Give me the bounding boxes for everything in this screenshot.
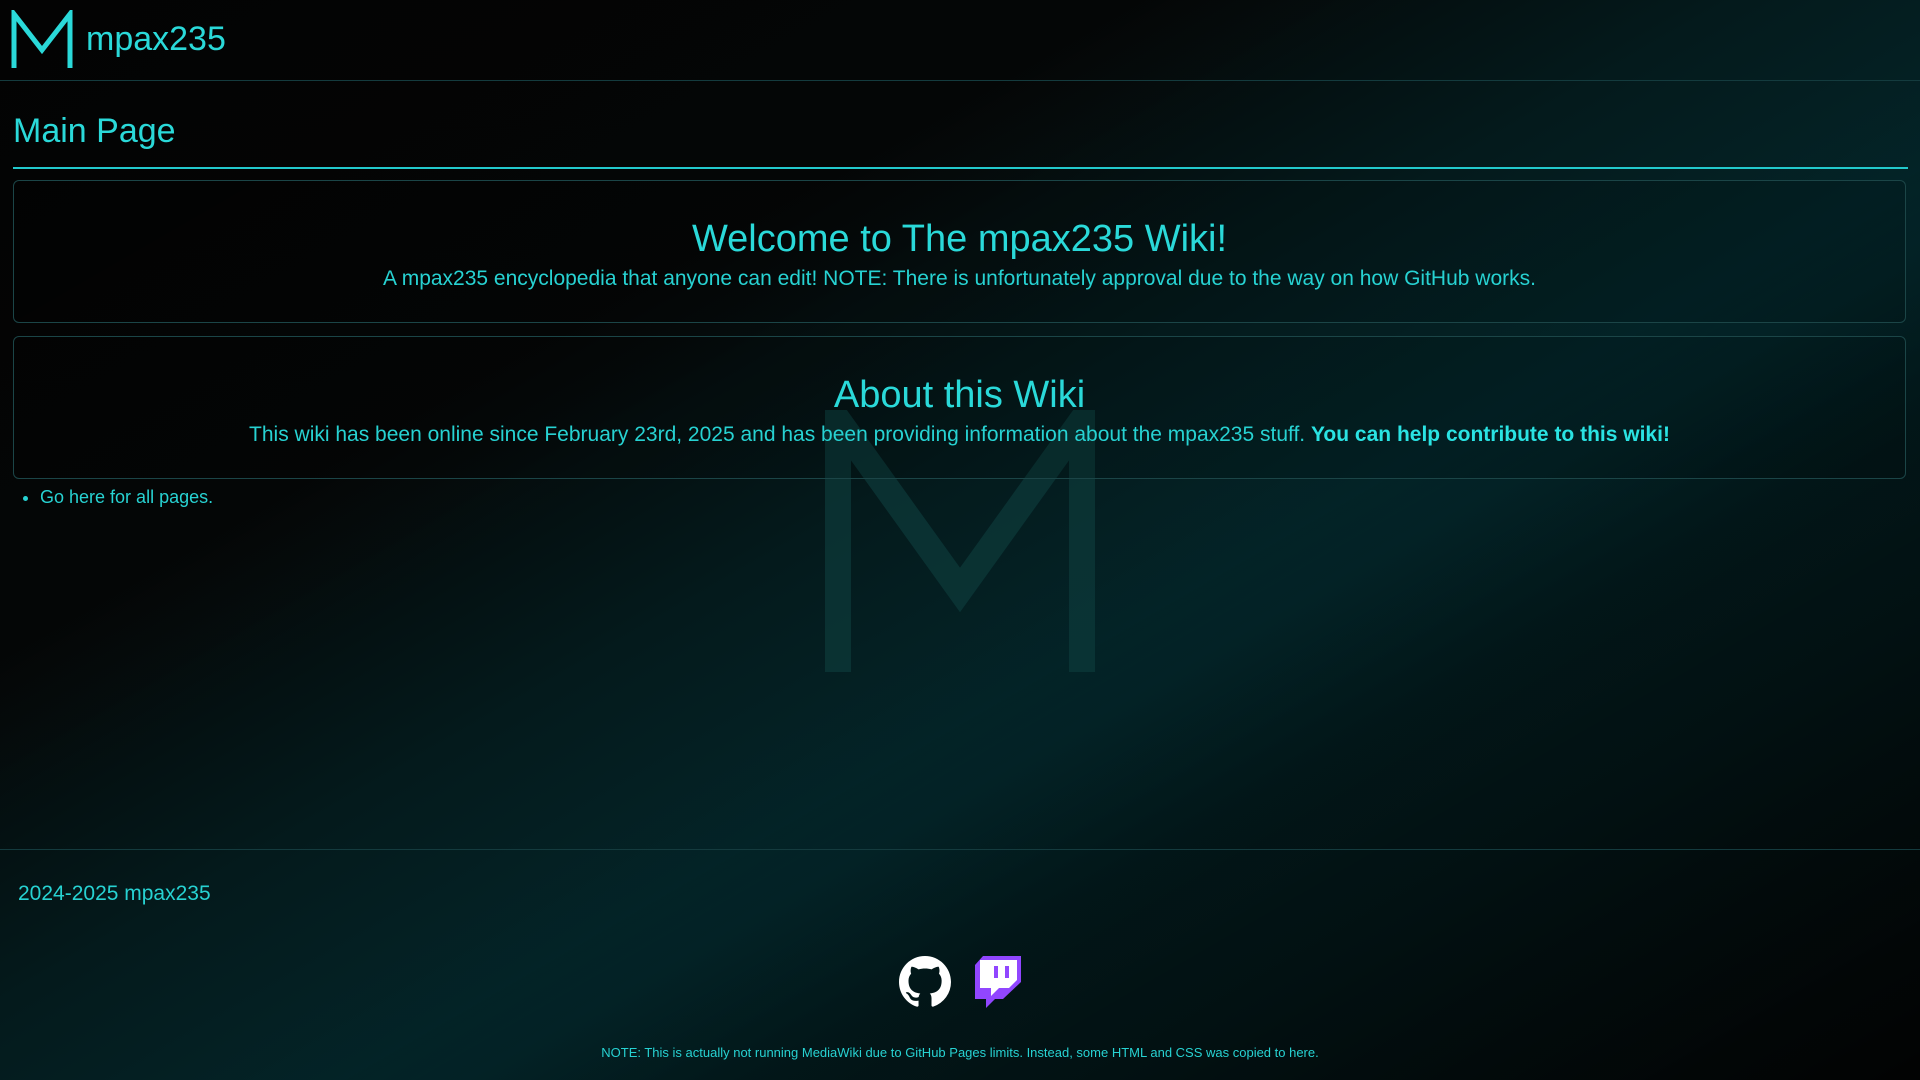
page-title: Main Page <box>13 112 176 150</box>
all-pages-suffix: for all pages. <box>105 487 214 507</box>
contribute-callout: You can help contribute to this wiki! <box>1310 423 1670 446</box>
title-divider <box>13 167 1908 169</box>
welcome-heading: Welcome to The mpax235 Wiki! <box>691 218 1228 260</box>
about-paragraph: This wiki has been online since February… <box>14 421 1905 449</box>
twitch-link[interactable] <box>975 956 1021 1008</box>
github-link[interactable] <box>899 956 951 1008</box>
social-links <box>899 956 1021 1010</box>
footer-note: NOTE: This is actually not running Media… <box>601 1045 1319 1060</box>
twitch-icon <box>975 956 1021 1008</box>
welcome-box: Welcome to The mpax235 Wiki! A mpax235 e… <box>13 180 1906 323</box>
list-item: Go here for all pages. <box>40 487 213 508</box>
site-header: mpax235 <box>0 0 1920 81</box>
github-icon <box>899 956 951 1007</box>
page-links-list: Go here for all pages. <box>22 487 213 508</box>
site-footer: 2024-2025 mpax235 NOTE: This is actually… <box>0 849 1920 1080</box>
about-box: About this Wiki This wiki has been onlin… <box>13 336 1906 479</box>
about-text: This wiki has been online since February… <box>249 423 1306 446</box>
site-name-link[interactable]: mpax235 <box>86 20 226 59</box>
all-pages-link[interactable]: here <box>69 487 105 507</box>
about-heading: About this Wiki <box>833 374 1086 416</box>
site-logo-icon[interactable] <box>10 10 74 70</box>
all-pages-prefix: Go <box>40 487 70 507</box>
copyright-text: 2024-2025 mpax235 <box>18 882 211 905</box>
welcome-text: A mpax235 encyclopedia that anyone can e… <box>383 267 1536 290</box>
